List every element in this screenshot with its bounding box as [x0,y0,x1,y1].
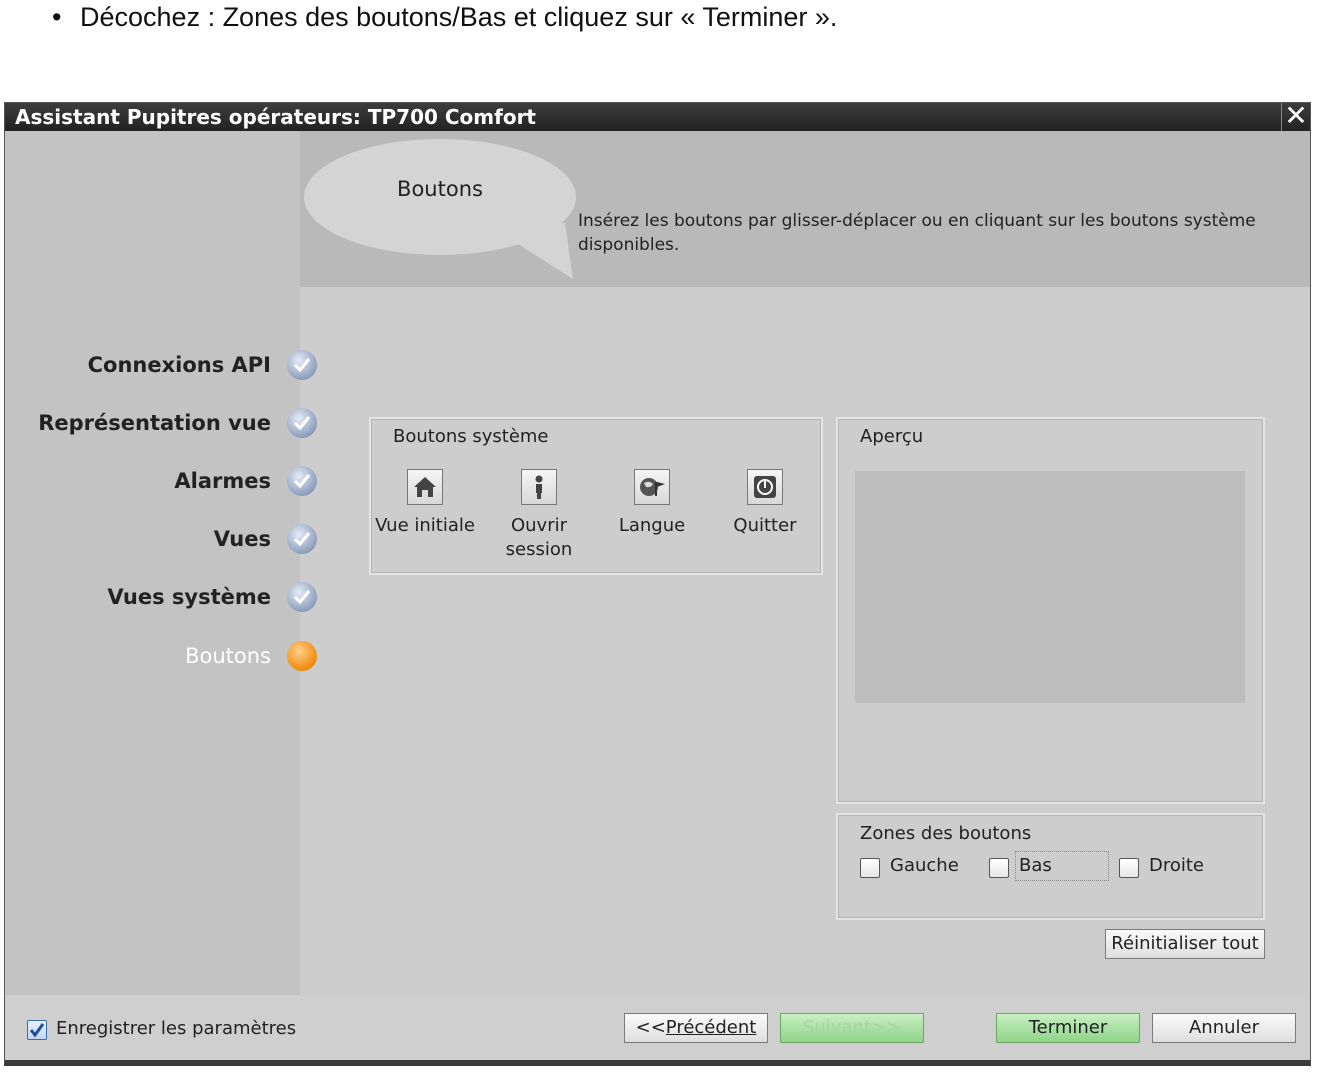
preview-canvas [855,471,1245,703]
button-zones-title: Zones des boutons [860,823,1032,844]
globe-flag-icon [634,469,670,505]
checkbox-gauche[interactable] [860,858,880,878]
system-button-label: Ouvrir session [505,515,573,560]
checkbox-label-bas: Bas [1019,855,1052,876]
nav-step-connexions-api[interactable]: Connexions API [5,351,271,379]
user-icon [521,469,557,505]
check-icon [287,582,317,612]
previous-prefix: << [635,1017,666,1038]
nav-step-representation-vue[interactable]: Représentation vue [5,409,271,437]
system-button-label: Langue [618,515,686,536]
previous-label: Précédent [665,1017,757,1038]
checkbox-droite[interactable] [1119,858,1139,878]
system-button-label: Vue initiale [375,515,475,536]
bullet: • [52,2,62,32]
power-icon [747,469,783,505]
step-navigation [5,131,300,995]
previous-button[interactable]: <<Précédent [624,1013,768,1043]
system-button-quitter[interactable]: Quitter [710,469,820,538]
page-description: Insérez les boutons par glisser-déplacer… [578,211,1256,255]
checkbox-label-droite: Droite [1149,855,1205,876]
system-button-vue-initiale[interactable]: Vue initiale [370,469,480,538]
finish-button[interactable]: Terminer [996,1013,1140,1043]
checkbox-label-gauche: Gauche [890,855,959,876]
nav-step-boutons[interactable]: Boutons [5,642,271,670]
page-title: Boutons [397,177,483,201]
check-icon [287,408,317,438]
system-button-label: Quitter [733,515,797,536]
dialog-titlebar: Assistant Pupitres opérateurs: TP700 Com… [5,103,1310,131]
save-settings-checkbox[interactable] [27,1020,47,1040]
cancel-button[interactable]: Annuler [1152,1013,1296,1043]
close-icon: ✕ [1284,102,1308,132]
check-icon [287,466,317,496]
speech-bubble-tail [485,223,573,279]
nav-step-alarmes[interactable]: Alarmes [5,467,271,495]
check-icon [287,524,317,554]
current-step-icon [287,641,317,671]
close-button[interactable]: ✕ [1281,103,1310,131]
next-button[interactable]: Suivant>> [780,1013,924,1043]
save-settings-label: Enregistrer les paramètres [56,1018,297,1039]
checkmark-icon [29,1023,45,1038]
system-buttons-title: Boutons système [393,426,549,447]
check-icon [287,350,317,380]
nav-step-vues[interactable]: Vues [5,525,271,553]
instruction-line: • Décochez : Zones des boutons/Bas et cli… [52,0,837,34]
checkbox-bas[interactable] [989,858,1009,878]
home-icon [407,469,443,505]
wizard-dialog: Assistant Pupitres opérateurs: TP700 Com… [4,102,1311,1066]
preview-title: Aperçu [860,426,924,447]
system-button-ouvrir-session[interactable]: Ouvrir session [484,469,594,562]
reset-all-button[interactable]: Réinitialiser tout [1105,929,1265,959]
instruction-text: Décochez : Zones des boutons/Bas et cliq… [80,2,838,32]
dialog-title: Assistant Pupitres opérateurs: TP700 Com… [15,105,536,129]
nav-step-vues-systeme[interactable]: Vues système [5,583,271,611]
system-button-langue[interactable]: Langue [597,469,707,538]
